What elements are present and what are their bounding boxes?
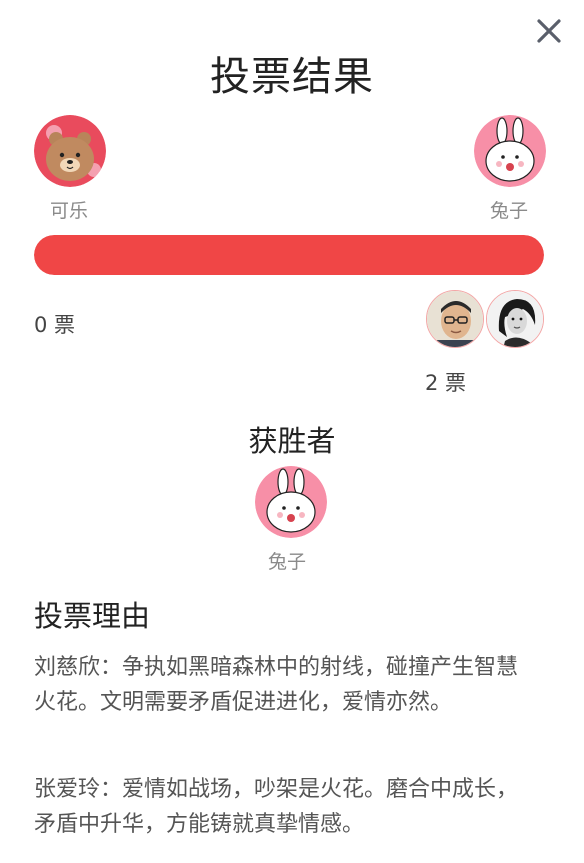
white-bunny-icon bbox=[255, 466, 327, 538]
voter-avatar[interactable] bbox=[426, 290, 484, 348]
vote-bar-fill-right bbox=[34, 235, 544, 275]
white-bunny-icon bbox=[474, 115, 546, 187]
voter-avatar[interactable] bbox=[486, 290, 544, 348]
winner-name: 兔子 bbox=[268, 551, 307, 573]
candidate-right-avatar bbox=[474, 115, 546, 187]
winner-avatar bbox=[255, 466, 327, 538]
candidate-left-avatar bbox=[34, 115, 106, 187]
reason-item: 张爱玲：爱情如战场，吵架是火花。磨合中成长，矛盾中升华，方能铸就真挚情感。 bbox=[34, 777, 519, 837]
voter-man-glasses-icon bbox=[427, 291, 483, 347]
winner-heading: 获胜者 bbox=[248, 424, 336, 458]
brown-bear-icon bbox=[34, 115, 106, 187]
candidate-right-votes: 2 票 bbox=[425, 371, 467, 395]
candidate-left-name: 可乐 bbox=[50, 200, 89, 222]
reasons-heading: 投票理由 bbox=[34, 599, 151, 633]
reason-item: 刘慈欣：争执如黑暗森林中的射线，碰撞产生智慧火花。文明需要矛盾促进进化，爱情亦然… bbox=[34, 655, 519, 715]
vote-bar bbox=[34, 235, 544, 275]
dialog-title: 投票结果 bbox=[210, 54, 374, 100]
close-icon bbox=[537, 19, 561, 43]
candidate-left-votes: 0 票 bbox=[34, 313, 76, 337]
candidate-right-name: 兔子 bbox=[490, 200, 529, 222]
voter-woman-portrait-icon bbox=[487, 291, 543, 347]
close-button[interactable] bbox=[532, 14, 566, 48]
